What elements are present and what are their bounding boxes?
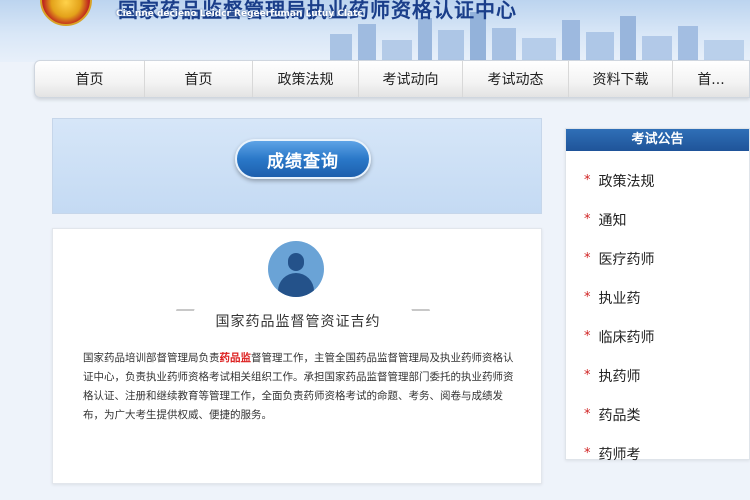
header-banner: 国家药品监督管理局执业药师资格认证中心 Cie nne decieno Leid… <box>0 0 750 62</box>
star-bullet-icon: * <box>584 407 591 422</box>
star-bullet-icon: * <box>584 329 591 344</box>
avatar-body-shape <box>278 273 314 297</box>
announcement-label: 医疗药师 <box>598 251 655 268</box>
announcement-label: 药品类 <box>598 407 641 424</box>
nav-item-more[interactable]: 首... <box>673 61 749 97</box>
announcement-item[interactable]: * 药品类 <box>566 395 749 434</box>
star-bullet-icon: * <box>584 251 591 266</box>
info-body-intro: 国家药品培训部督管理局负责 <box>83 352 220 364</box>
nav-item-home-2[interactable]: 首页 <box>145 61 253 97</box>
announcement-item[interactable]: * 医疗药师 <box>566 239 749 278</box>
announcement-label: 政策法规 <box>598 173 655 190</box>
announcement-item[interactable]: * 政策法规 <box>566 161 749 200</box>
nav-item-home-1[interactable]: 首页 <box>35 61 145 97</box>
announcement-label: 通知 <box>598 212 627 229</box>
star-bullet-icon: * <box>584 173 591 188</box>
star-bullet-icon: * <box>584 212 591 227</box>
score-query-button[interactable]: 成绩查询 <box>235 139 371 179</box>
announcement-item[interactable]: * 执业药 <box>566 278 749 317</box>
site-subtitle: Cie nne decieno Leidcr Regeerfuman Lutuy… <box>116 9 363 19</box>
info-card-body: 国家药品培训部督管理局负责药品监督管理工作，主管全国药品监督管理局及执业药师资格… <box>83 349 518 425</box>
announcement-label: 药师考 <box>598 446 641 463</box>
announcement-title: 考试公告 <box>566 129 749 151</box>
star-bullet-icon: * <box>584 368 591 383</box>
announcement-panel: 考试公告 * 政策法规 * 通知 * 医疗药师 * 执业药 * 临床药师 * 执药师 * 药品… <box>565 128 750 463</box>
announcement-label: 执药师 <box>598 368 641 385</box>
announcement-item[interactable]: * 执药师 <box>566 356 749 395</box>
nav-item-exam-trends[interactable]: 考试动向 <box>359 61 463 97</box>
star-bullet-icon: * <box>584 290 591 305</box>
announcement-item[interactable]: * 临床药师 <box>566 317 749 356</box>
avatar-head-shape <box>288 253 304 271</box>
announcement-list: * 政策法规 * 通知 * 医疗药师 * 执业药 * 临床药师 * 执药师 * 药品类 * 药师… <box>566 151 749 473</box>
score-query-panel: 成绩查询 <box>52 118 542 214</box>
user-avatar-icon <box>268 241 324 297</box>
info-card-title: 国家药品监督管资证吉约 <box>215 314 381 330</box>
info-card: 国家药品监督管资证吉约 国家药品培训部督管理局负责药品监督管理工作，主管全国药品… <box>52 228 542 484</box>
info-body-highlight: 药品监 <box>219 352 252 364</box>
announcement-label: 临床药师 <box>598 329 655 346</box>
national-emblem-logo <box>40 0 92 26</box>
announcement-item[interactable]: * 药师考 <box>566 434 749 473</box>
star-bullet-icon: * <box>584 446 591 461</box>
main-nav: 首页 首页 政策法规 考试动向 考试动态 资料下载 首... <box>34 60 750 98</box>
announcement-item[interactable]: * 通知 <box>566 200 749 239</box>
nav-item-policy[interactable]: 政策法规 <box>253 61 359 97</box>
nav-item-exam-news[interactable]: 考试动态 <box>463 61 569 97</box>
announcement-label: 执业药 <box>598 290 641 307</box>
nav-item-downloads[interactable]: 资料下载 <box>569 61 673 97</box>
